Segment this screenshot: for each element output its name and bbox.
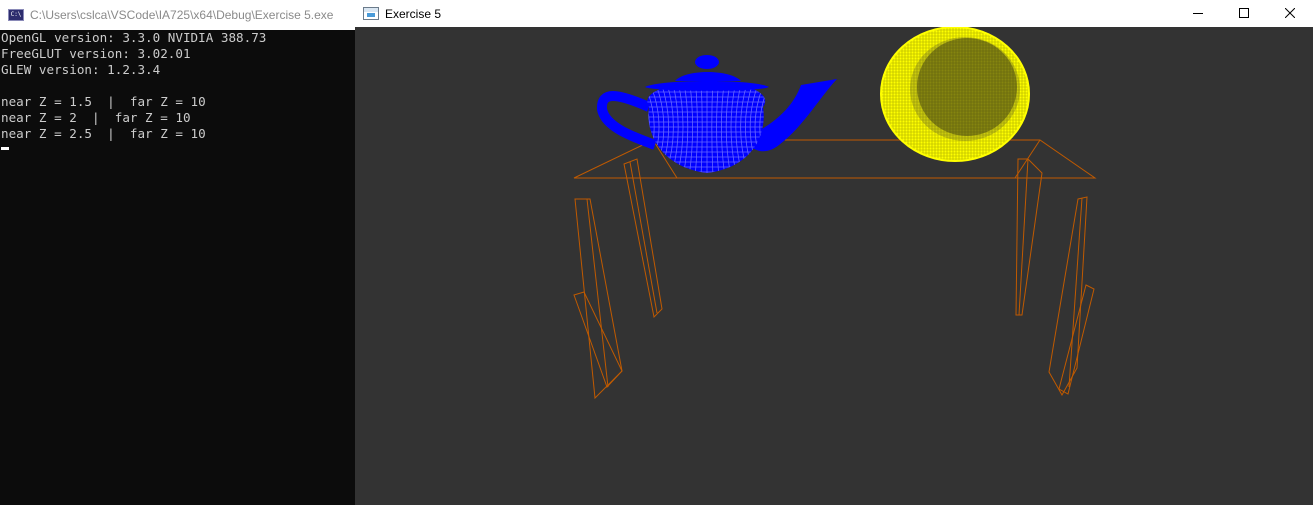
console-line: near Z = 2.5 | far Z = 10 [1,126,206,141]
console-window[interactable]: C:\ C:\Users\cslca\VSCode\IA725\x64\Debu… [0,0,355,505]
table-wireframe [573,139,1097,400]
console-title-bar[interactable]: C:\ C:\Users\cslca\VSCode\IA725\x64\Debu… [0,0,355,30]
sphere-wireframe [880,26,1030,162]
maximize-button[interactable] [1221,0,1267,25]
scene-canvas[interactable] [355,26,1313,505]
console-line: near Z = 2 | far Z = 10 [1,110,191,125]
console-title: C:\Users\cslca\VSCode\IA725\x64\Debug\Ex… [30,8,334,22]
gl-window[interactable]: Exercise 5 [355,0,1313,505]
close-icon [1285,7,1295,18]
console-line: near Z = 1.5 | far Z = 10 [1,94,206,109]
window-app-icon [363,7,379,20]
console-line: OpenGL version: 3.3.0 NVIDIA 388.73 [1,30,267,45]
render-viewport[interactable] [355,26,1313,505]
minimize-icon [1193,12,1203,14]
console-line: GLEW version: 1.2.3.4 [1,62,161,77]
console-output[interactable]: OpenGL version: 3.3.0 NVIDIA 388.73 Free… [0,30,355,505]
console-line: FreeGLUT version: 3.02.01 [1,46,191,61]
gl-window-title: Exercise 5 [385,6,442,21]
window-controls [1175,0,1313,27]
text-cursor [1,147,9,150]
maximize-icon [1239,7,1249,18]
gl-title-bar[interactable]: Exercise 5 [355,0,1313,27]
console-app-icon: C:\ [8,9,24,21]
close-button[interactable] [1267,0,1313,25]
minimize-button[interactable] [1175,0,1221,25]
